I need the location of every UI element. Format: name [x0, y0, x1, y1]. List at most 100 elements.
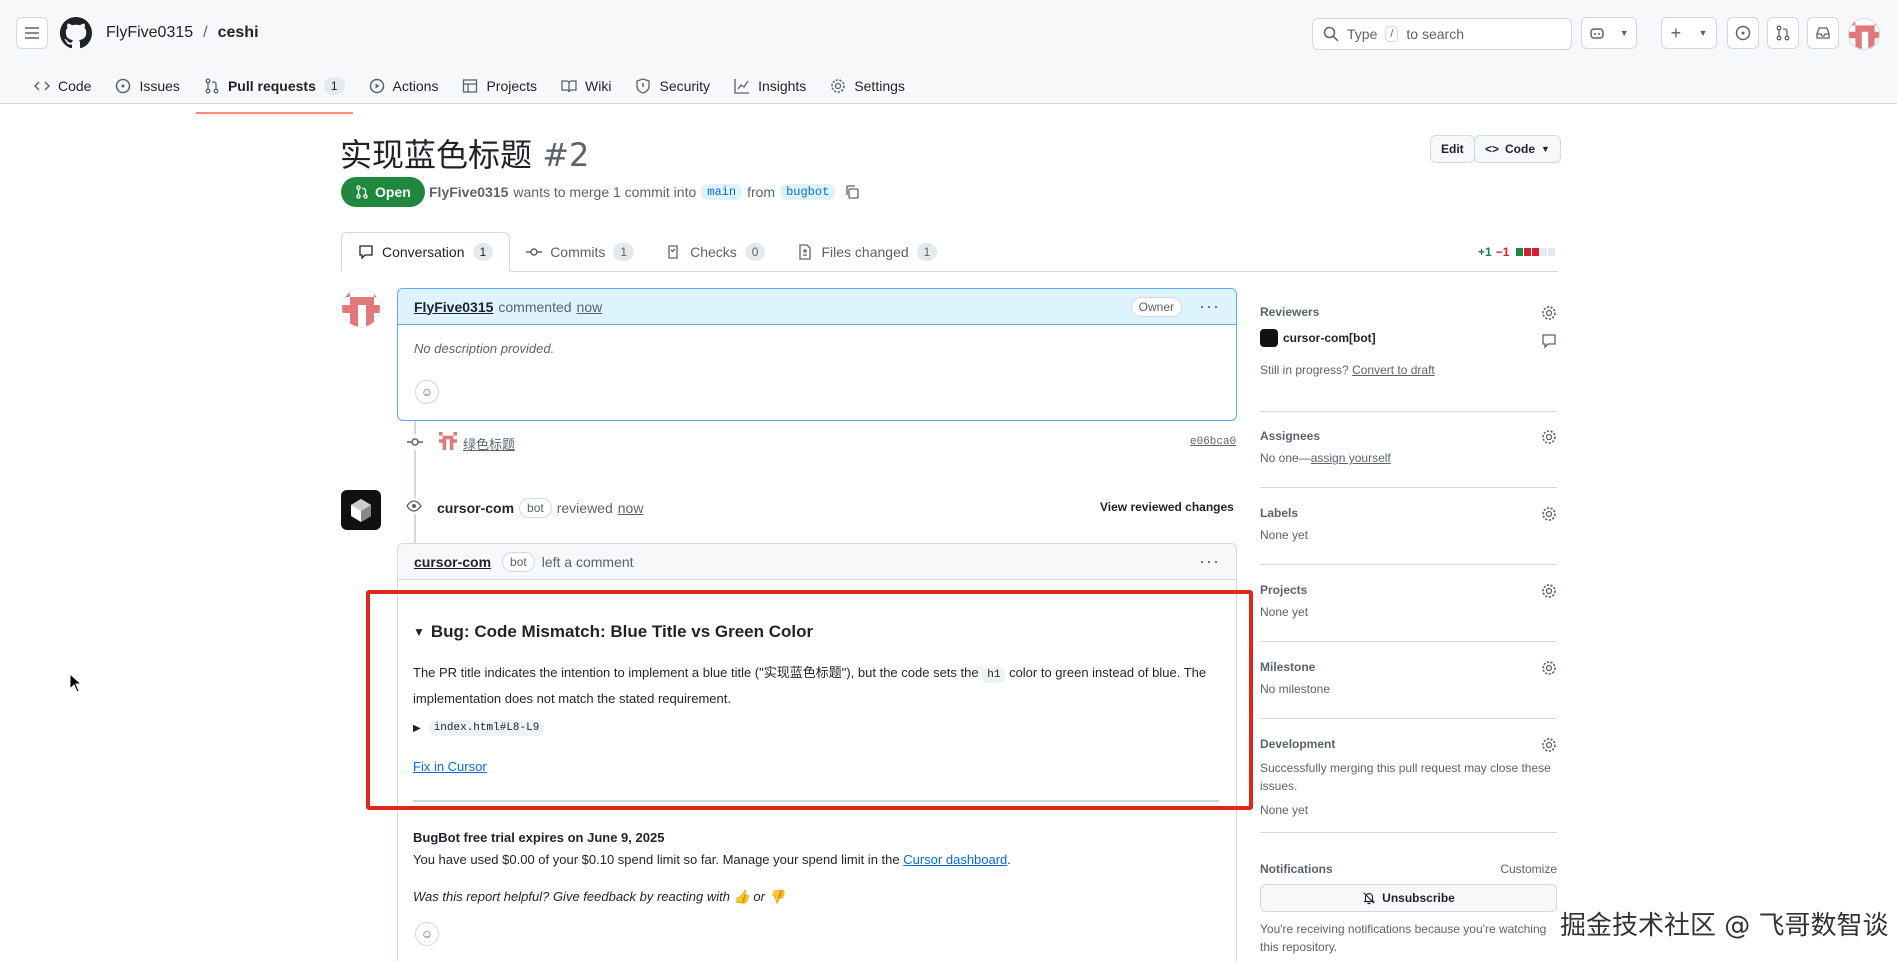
smiley-icon: ☺: [420, 385, 434, 399]
projects-title[interactable]: Projects: [1260, 583, 1557, 597]
edit-button[interactable]: Edit: [1430, 135, 1475, 163]
search-input[interactable]: Type / to search: [1312, 18, 1572, 50]
breadcrumb-owner[interactable]: FlyFive0315: [106, 24, 193, 42]
nav-code[interactable]: Code: [22, 70, 103, 102]
nav-issues[interactable]: Issues: [103, 70, 191, 102]
pull-requests-button[interactable]: [1767, 17, 1799, 49]
code-icon: <>: [1485, 142, 1500, 156]
create-new-button[interactable]: + ▼: [1661, 17, 1717, 49]
convert-to-draft-link[interactable]: Convert to draft: [1352, 363, 1435, 377]
chevron-down-icon: ▼: [1698, 28, 1708, 38]
pr-number: #2: [542, 136, 590, 174]
gear-icon[interactable]: [1541, 305, 1557, 321]
trial-text-body: You have used $0.00 of your $0.10 spend …: [413, 852, 900, 867]
pr-state-label: Open: [375, 184, 411, 200]
reviewers-title[interactable]: Reviewers: [1260, 305, 1557, 319]
trial-text-end: .: [1007, 852, 1011, 867]
reviewer-item[interactable]: cursor-com[bot]: [1260, 329, 1557, 347]
comment-author[interactable]: cursor-com: [414, 554, 491, 570]
search-placeholder-type: Type: [1347, 26, 1378, 42]
nav-pull-requests[interactable]: Pull requests 1: [192, 70, 357, 114]
add-reaction-button[interactable]: ☺: [415, 380, 439, 404]
tab-label: Conversation: [382, 244, 465, 260]
search-placeholder-rest: to search: [1406, 26, 1465, 42]
pr-title-text: 实现蓝色标题: [340, 136, 533, 174]
kebab-menu-icon[interactable]: ···: [1199, 296, 1220, 317]
code-icon: [34, 81, 50, 91]
assign-yourself-link[interactable]: assign yourself: [1311, 451, 1391, 465]
trial-text: You have used $0.00 of your $0.10 spend …: [413, 852, 1011, 867]
identicon-icon: [1849, 19, 1879, 49]
add-reaction-button[interactable]: ☺: [415, 922, 439, 946]
nav-insights[interactable]: Insights: [722, 70, 818, 102]
menu-button[interactable]: [16, 17, 48, 49]
commit-sha[interactable]: e06bca0: [1190, 436, 1236, 448]
trial-title: BugBot free trial expires on June 9, 202…: [413, 830, 665, 845]
review-action: reviewed: [556, 500, 613, 516]
mouse-cursor-icon: [69, 673, 81, 693]
gear-icon[interactable]: [1541, 660, 1557, 676]
unsubscribe-button[interactable]: Unsubscribe: [1260, 884, 1557, 912]
nav-actions[interactable]: Actions: [357, 70, 451, 102]
issues-button[interactable]: [1727, 17, 1759, 49]
nav-projects[interactable]: Projects: [450, 70, 549, 102]
development-value: None yet: [1260, 803, 1309, 817]
base-branch[interactable]: main: [701, 184, 743, 200]
user-avatar[interactable]: [1848, 18, 1880, 50]
cursor-dashboard-link[interactable]: Cursor dashboard: [903, 852, 1007, 867]
bot-avatar[interactable]: [341, 490, 381, 530]
sidebar-milestone: Milestone No milestone: [1260, 660, 1557, 719]
top-header: FlyFive0315 / ceshi Type / to search ▼ +…: [0, 0, 1897, 114]
tab-conversation[interactable]: Conversation 1: [341, 232, 511, 272]
tab-files-changed[interactable]: Files changed 1: [781, 232, 953, 272]
pr-author[interactable]: FlyFive0315: [429, 184, 508, 200]
cursor-logo-icon: [351, 499, 371, 522]
feedback-text: Was this report helpful? Give feedback b…: [413, 889, 785, 904]
development-title[interactable]: Development: [1260, 737, 1557, 751]
nav-settings[interactable]: Settings: [818, 70, 917, 102]
copilot-button[interactable]: ▼: [1581, 17, 1637, 49]
notifications-text: You're receiving notifications because y…: [1260, 922, 1547, 954]
breadcrumb: FlyFive0315 / ceshi: [106, 24, 259, 42]
view-reviewed-changes-button[interactable]: View reviewed changes: [1100, 500, 1234, 514]
nav-label: Issues: [139, 78, 180, 94]
milestone-title[interactable]: Milestone: [1260, 660, 1557, 674]
code-dropdown-button[interactable]: <> Code ▼: [1474, 135, 1561, 163]
nav-security[interactable]: Security: [623, 70, 722, 102]
tab-commits[interactable]: Commits 1: [510, 232, 650, 272]
issue-icon: [1735, 25, 1751, 41]
gear-icon[interactable]: [1541, 506, 1557, 522]
gear-icon[interactable]: [1541, 429, 1557, 445]
review-author[interactable]: cursor-com: [437, 500, 514, 516]
smiley-icon: ☺: [420, 927, 434, 941]
github-logo-icon[interactable]: [60, 17, 92, 49]
review-time[interactable]: now: [618, 500, 644, 516]
file-diff-icon: [799, 244, 812, 260]
chevron-down-icon: ▼: [1619, 28, 1629, 38]
copilot-icon: [1590, 28, 1605, 39]
comment-icon[interactable]: [1541, 333, 1557, 349]
sidebar-labels: Labels None yet: [1260, 506, 1557, 565]
breadcrumb-repo[interactable]: ceshi: [218, 24, 259, 42]
nav-wiki[interactable]: Wiki: [549, 70, 623, 102]
customize-link[interactable]: Customize: [1500, 862, 1557, 876]
author-avatar[interactable]: [341, 288, 381, 328]
eye-icon: [404, 498, 424, 514]
gear-icon[interactable]: [1541, 737, 1557, 753]
gear-icon[interactable]: [1541, 583, 1557, 599]
comment-time[interactable]: now: [577, 299, 603, 315]
hamburger-icon: [25, 27, 39, 39]
commit-message[interactable]: 绿色标题: [463, 434, 515, 453]
inbox-button[interactable]: [1807, 17, 1839, 49]
comment-action: commented: [498, 298, 572, 315]
head-branch[interactable]: bugbot: [780, 184, 836, 200]
assignees-title[interactable]: Assignees: [1260, 429, 1557, 443]
tab-label: Checks: [690, 244, 737, 260]
kebab-menu-icon[interactable]: ···: [1199, 551, 1220, 572]
code-label: Code: [1505, 142, 1536, 156]
copy-icon[interactable]: [844, 184, 860, 200]
commit-avatar[interactable]: [439, 432, 457, 450]
comment-author[interactable]: FlyFive0315: [414, 299, 493, 315]
labels-title[interactable]: Labels: [1260, 506, 1557, 520]
tab-checks[interactable]: Checks 0: [650, 232, 781, 272]
